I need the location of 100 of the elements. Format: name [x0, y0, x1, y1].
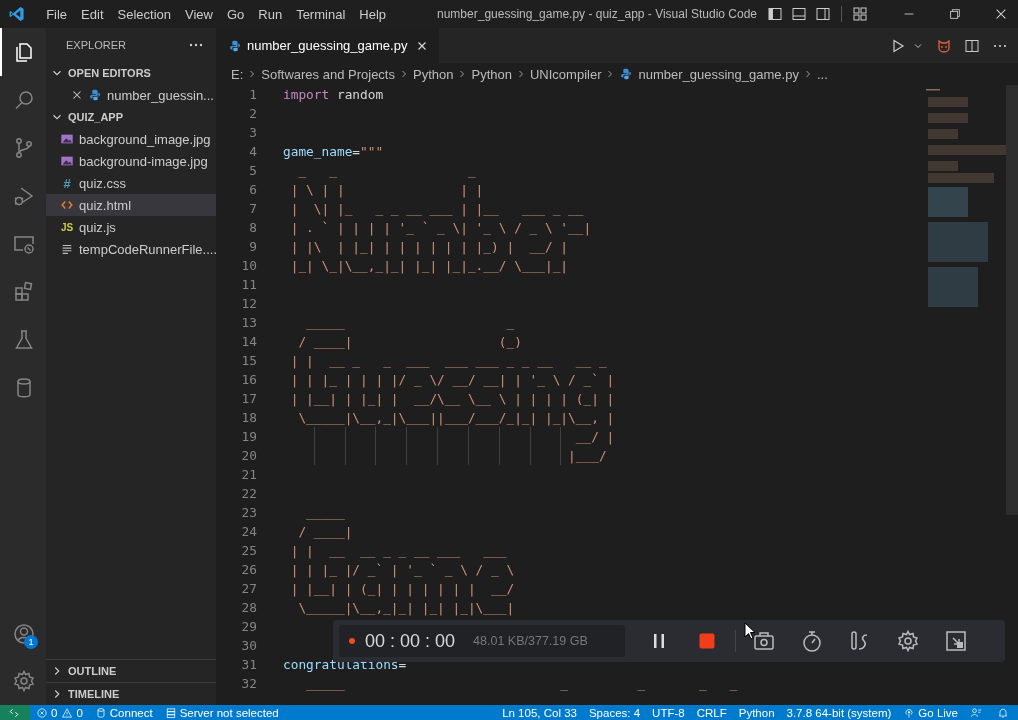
- stopwatch-icon[interactable]: [800, 629, 824, 653]
- line-number: 10: [240, 257, 257, 275]
- remote-button[interactable]: [0, 705, 30, 720]
- menu-item[interactable]: Run: [251, 6, 290, 22]
- section-header[interactable]: QUIZ_APP: [46, 106, 216, 128]
- line-number: 28: [240, 599, 257, 617]
- minimize-window-icon[interactable]: [944, 629, 968, 653]
- breadcrumb-item[interactable]: Python: [413, 66, 454, 82]
- line-number: 11: [240, 276, 257, 294]
- sidebar-toggle-icon[interactable]: [767, 6, 783, 22]
- breadcrumb-item[interactable]: Softwares and Projects: [261, 66, 395, 82]
- code-line: / ____| (_): [297, 334, 522, 349]
- menu-item[interactable]: Edit: [74, 6, 111, 22]
- status-item[interactable]: Server not selected: [158, 705, 285, 720]
- line-number: 2: [248, 105, 257, 123]
- code-line: | | |_ | | | |/ _ \/ __/ __| | '_ \ / _` |: [289, 372, 615, 387]
- status-item[interactable]: 3.7.8 64-bit (system): [780, 705, 898, 720]
- camera-icon[interactable]: [752, 629, 776, 653]
- code-line: | | |_ |/ _` | '_ ` _ \ / _ \: [289, 562, 515, 577]
- close-icon[interactable]: [994, 7, 1008, 21]
- status-item[interactable]: Connect: [88, 705, 159, 720]
- remote-icon: [7, 706, 20, 719]
- window-title: number_guessing_game.py - quiz_app - Visual Studio Code: [437, 7, 757, 21]
- run-icon[interactable]: [890, 37, 906, 54]
- run-debug-icon: [12, 184, 36, 208]
- menu-item[interactable]: Selection: [110, 6, 178, 22]
- database-icon: [94, 706, 107, 719]
- section-header[interactable]: OUTLINE: [46, 659, 216, 682]
- recording-timer: 00 : 00 : 00: [365, 630, 456, 652]
- line-number: 27: [240, 580, 257, 598]
- code-line: | \ | | | |: [289, 182, 484, 197]
- menu-item[interactable]: Help: [352, 6, 393, 22]
- text-file-icon: [60, 242, 74, 256]
- explorer-entry[interactable]: quiz.html: [46, 194, 216, 216]
- menu-item[interactable]: View: [178, 6, 220, 22]
- line-number: 12: [240, 295, 257, 313]
- status-item[interactable]: CRLF: [690, 705, 733, 720]
- section-header[interactable]: OPEN EDITORS: [46, 62, 216, 84]
- code-line: _____: [305, 505, 345, 520]
- status-item[interactable]: Python: [732, 705, 781, 720]
- code-line: import random: [283, 87, 384, 102]
- status-item[interactable]: Ln 105, Col 33: [496, 705, 583, 720]
- explorer-entry[interactable]: # quiz.css: [46, 172, 216, 194]
- image-file-icon: [60, 132, 74, 146]
- line-number: 15: [240, 352, 257, 370]
- breadcrumb-item[interactable]: UNIcompiler: [529, 66, 602, 82]
- scrollbar[interactable]: [1006, 85, 1018, 515]
- status-item[interactable]: UTF-8: [646, 705, 691, 720]
- explorer-entry[interactable]: background_image.jpg: [46, 128, 216, 150]
- secondary-sidebar-icon[interactable]: [815, 6, 831, 22]
- code-line: | . ` | | | | '_ ` _ \| '_ \ / _ \ '__|: [289, 220, 592, 235]
- status-item[interactable]: Go Live: [897, 705, 964, 720]
- explorer-entry[interactable]: JS quiz.js: [46, 216, 216, 238]
- html-file-icon: [60, 198, 74, 212]
- status-item[interactable]: Spaces: 4: [582, 705, 647, 720]
- split-editor-icon[interactable]: [964, 37, 980, 54]
- line-number: 30: [240, 637, 257, 655]
- explorer-title: EXPLORER: [66, 39, 126, 51]
- menu-item[interactable]: File: [39, 6, 75, 22]
- line-number: 5: [248, 162, 257, 180]
- code-line: __/ |: [574, 429, 615, 444]
- line-number: 8: [248, 219, 257, 237]
- python-file-icon: [88, 88, 102, 102]
- line-number: 13: [240, 314, 257, 332]
- code-line: | \| |_ _ _ __ ___ | |__ ___ _ __: [289, 201, 584, 216]
- explorer-entry[interactable]: tempCodeRunnerFile....: [46, 238, 216, 260]
- problems-button[interactable]: 0 0: [30, 705, 89, 720]
- line-number: 25: [240, 542, 257, 560]
- breadcrumb-item[interactable]: number_guessing_game.py: [638, 66, 799, 82]
- js-file-icon: JS: [60, 221, 74, 233]
- editor-tab[interactable]: number_guessing_game.py: [216, 28, 440, 63]
- panel-toggle-icon[interactable]: [791, 6, 807, 22]
- broadcast-icon: [903, 706, 916, 719]
- accounts-button[interactable]: 1: [0, 611, 46, 657]
- line-number: 16: [240, 371, 257, 389]
- menu-item[interactable]: Terminal: [289, 6, 353, 22]
- menu-item[interactable]: Go: [219, 6, 252, 22]
- settings-icon[interactable]: [896, 629, 920, 653]
- line-number: 7: [248, 200, 257, 218]
- file-size: 48.01 KB/377.19 GB: [473, 634, 588, 648]
- code-line: \_____|\__,_|_| |_| |_|\___|: [297, 600, 515, 615]
- layout-icon[interactable]: [852, 6, 868, 22]
- code-line: _____ _: [305, 315, 515, 330]
- breadcrumb-item[interactable]: E:: [231, 66, 244, 82]
- restore-icon[interactable]: [948, 7, 962, 21]
- line-number: 20: [240, 447, 257, 465]
- breadcrumb-item[interactable]: Python: [471, 66, 512, 82]
- explorer-entry[interactable]: background-image.jpg: [46, 150, 216, 172]
- explorer-entry[interactable]: number_guessin...: [46, 84, 216, 106]
- cat-face-icon[interactable]: [936, 37, 952, 54]
- code-line: |_| \_|\__,_|_| |_| |_|_.__/ \___|_|: [289, 258, 569, 273]
- warning-icon: [61, 706, 74, 719]
- settings-icon: [12, 669, 36, 693]
- code-line: \_____|\__,_|\___||___/___/_|_| |_|\__, |: [297, 410, 615, 425]
- notification-badge: 1: [24, 635, 38, 649]
- line-number: 18: [240, 409, 257, 427]
- css-file-icon: #: [60, 175, 74, 191]
- line-number: 3: [248, 124, 257, 142]
- breadcrumb-item[interactable]: ...: [816, 66, 828, 82]
- vscode-logo-icon[interactable]: [8, 5, 26, 23]
